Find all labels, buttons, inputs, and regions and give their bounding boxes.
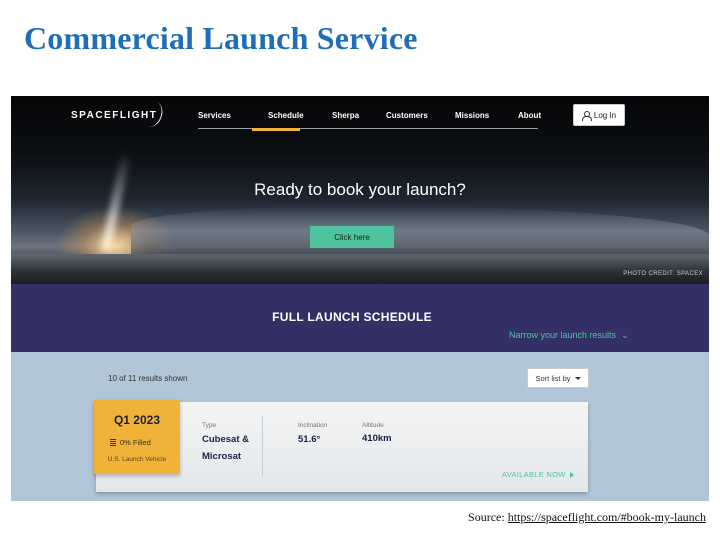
launch-card[interactable]: Q1 2023 0% Filled U.S. Launch Vehicle Ty… (94, 400, 588, 492)
source-citation: Source: https://spaceflight.com/#book-my… (468, 510, 706, 525)
results-count: 10 of 11 results shown (108, 374, 188, 383)
availability-link[interactable]: AVAILABLE NOW (502, 470, 574, 479)
hero-headline: Ready to book your launch? (254, 180, 466, 199)
launch-vehicle: U.S. Launch Vehicle (107, 456, 167, 463)
type-value-line1: Cubesat & (202, 434, 249, 445)
arrow-right-icon (569, 471, 574, 478)
nav-item-schedule[interactable]: Schedule (268, 111, 304, 120)
photo-credit: PHOTO CREDIT: SPACEX (623, 271, 703, 277)
cloud-layer (131, 206, 709, 256)
card-divider (262, 416, 263, 476)
type-label: Type (202, 422, 217, 429)
ground-layer (11, 254, 709, 284)
nav-item-services[interactable]: Services (198, 111, 231, 120)
fill-status: 0% Filled (110, 438, 151, 447)
nav-item-missions[interactable]: Missions (455, 111, 489, 120)
inclination-label: Inclination (298, 422, 328, 429)
nav-item-customers[interactable]: Customers (386, 111, 428, 120)
rocket-launch-image (100, 151, 132, 251)
availability-text: AVAILABLE NOW (502, 470, 566, 479)
schedule-title: FULL LAUNCH SCHEDULE (272, 310, 432, 324)
user-icon (581, 110, 592, 121)
hero-section: SPACEFLIGHT Services Schedule Sherpa Cus… (11, 96, 709, 284)
logo-arc-icon (138, 98, 166, 130)
caret-down-icon (574, 376, 581, 380)
login-button[interactable]: Log In (573, 104, 625, 126)
slide-title: Commercial Launch Service (24, 20, 418, 56)
nav-item-sherpa[interactable]: Sherpa (332, 111, 359, 120)
source-label: Source: (468, 510, 508, 524)
altitude-label: Altitude (362, 422, 384, 429)
nav-item-about[interactable]: About (518, 111, 541, 120)
sort-label: Sort list by (535, 373, 571, 383)
main-nav: Services Schedule Sherpa Customers Missi… (198, 109, 541, 129)
active-nav-indicator (252, 128, 300, 131)
schedule-band: FULL LAUNCH SCHEDULE Narrow your launch … (11, 284, 709, 352)
type-value-line2: Microsat (202, 451, 242, 462)
narrow-results-toggle[interactable]: Narrow your launch results ⌄ (509, 330, 629, 341)
fill-status-text: 0% Filled (120, 438, 151, 447)
click-here-button[interactable]: Click here (310, 226, 394, 248)
chevron-down-icon: ⌄ (618, 330, 629, 340)
altitude-value: 410km (362, 433, 392, 444)
website-screenshot: SPACEFLIGHT Services Schedule Sherpa Cus… (11, 96, 709, 501)
source-link[interactable]: https://spaceflight.com/#book-my-launch (508, 510, 706, 524)
login-label: Log In (593, 110, 617, 120)
narrow-results-label: Narrow your launch results (509, 330, 617, 340)
sort-dropdown[interactable]: Sort list by (527, 368, 589, 388)
launch-quarter: Q1 2023 (113, 413, 161, 427)
list-icon (110, 439, 116, 446)
launch-date-badge: Q1 2023 0% Filled U.S. Launch Vehicle (94, 400, 180, 474)
inclination-value: 51.6° (298, 434, 321, 445)
